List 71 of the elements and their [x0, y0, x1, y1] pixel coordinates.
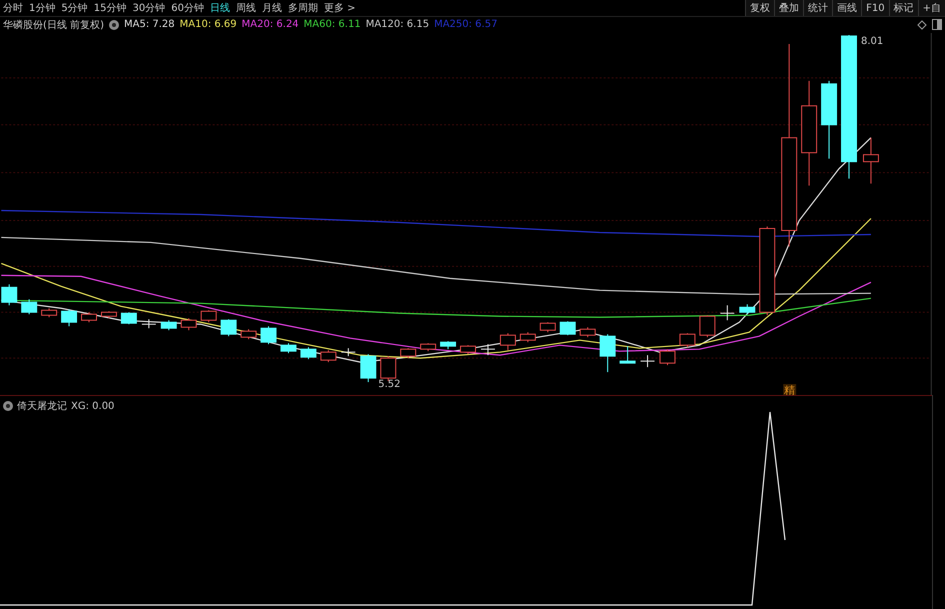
- moving-average-value: MA250: 6.57: [434, 19, 498, 30]
- candlestick: [340, 348, 356, 357]
- toolbar-button[interactable]: +自: [918, 0, 945, 16]
- candlestick: [300, 346, 316, 360]
- candlestick: [61, 308, 78, 327]
- candlestick: [280, 342, 296, 354]
- moving-average-value: MA20: 6.24: [242, 19, 299, 30]
- period-tab[interactable]: 分时: [3, 1, 23, 15]
- toolbar-button[interactable]: 统计: [803, 0, 832, 16]
- candlestick: [620, 346, 636, 364]
- candlestick: [480, 344, 496, 356]
- candlestick: [560, 320, 576, 336]
- period-tab[interactable]: 60分钟: [171, 1, 204, 15]
- candlestick: [100, 310, 117, 319]
- toolbar-button[interactable]: 复权: [745, 0, 774, 16]
- candlestick: [220, 318, 237, 337]
- toolbar-button[interactable]: F10: [861, 0, 889, 16]
- toolbar-button[interactable]: 叠加: [774, 0, 804, 16]
- candlestick: [160, 320, 177, 331]
- candlestick: [320, 350, 336, 363]
- period-tab[interactable]: 多周期: [288, 1, 318, 15]
- period-tab[interactable]: 日线: [210, 1, 230, 15]
- period-tab[interactable]: 月线: [262, 1, 282, 15]
- chart-title: 华磷股份(日线 前复权): [3, 18, 104, 32]
- period-tab[interactable]: 5分钟: [61, 1, 88, 15]
- moving-average-value: MA120: 6.15: [366, 19, 430, 30]
- moving-average-value: MA5: 7.28: [124, 19, 175, 30]
- period-tab[interactable]: 周线: [236, 1, 256, 15]
- candlestick: [400, 348, 416, 359]
- candlestick: [21, 298, 38, 315]
- high-price-label: 8.01: [860, 36, 884, 47]
- candlestick: [120, 312, 137, 325]
- candlestick: [200, 310, 217, 323]
- candlestick: [440, 340, 456, 350]
- candlestick: [240, 328, 257, 340]
- toolbar-button[interactable]: 标记: [888, 0, 918, 16]
- candlestick: [41, 308, 58, 318]
- indicator-title: 倚天屠龙记: [17, 400, 67, 413]
- settings-icon[interactable]: [3, 401, 13, 411]
- period-tab[interactable]: 1分钟: [29, 1, 56, 15]
- candlestick: [500, 332, 516, 351]
- candlestick: [520, 332, 536, 343]
- candlestick: [81, 312, 97, 323]
- candlestick: [660, 348, 676, 366]
- candlestick: [600, 334, 616, 373]
- period-tab[interactable]: 更多 >: [324, 1, 356, 15]
- low-price-label: 5.52: [378, 379, 400, 390]
- settings-icon[interactable]: [108, 20, 119, 30]
- candlestick: [540, 322, 556, 333]
- candlestick: [1, 284, 18, 306]
- panel-icon[interactable]: [932, 19, 942, 30]
- toolbar-button[interactable]: 画线: [832, 0, 862, 16]
- candlestick: [640, 354, 656, 368]
- candlestick: [420, 342, 436, 352]
- diamond-icon[interactable]: [917, 20, 927, 30]
- moving-average-value: MA10: 6.69: [180, 19, 237, 30]
- candlestick: [739, 304, 756, 315]
- period-tab[interactable]: 15分钟: [94, 1, 126, 15]
- candlestick: [360, 354, 376, 383]
- candlestick: [141, 318, 156, 329]
- candlestick: [862, 137, 879, 184]
- indicator-reading: XG: 0.00: [71, 400, 114, 412]
- candlestick: [699, 314, 716, 338]
- candlestick: [180, 318, 197, 331]
- candlestick: [580, 326, 596, 338]
- candlestick: [679, 332, 696, 348]
- moving-average-value: MA60: 6.11: [304, 19, 361, 30]
- candlestick: [720, 304, 735, 321]
- period-tab[interactable]: 30分钟: [132, 1, 166, 15]
- candlestick: [460, 344, 476, 355]
- candlestick: [260, 326, 277, 345]
